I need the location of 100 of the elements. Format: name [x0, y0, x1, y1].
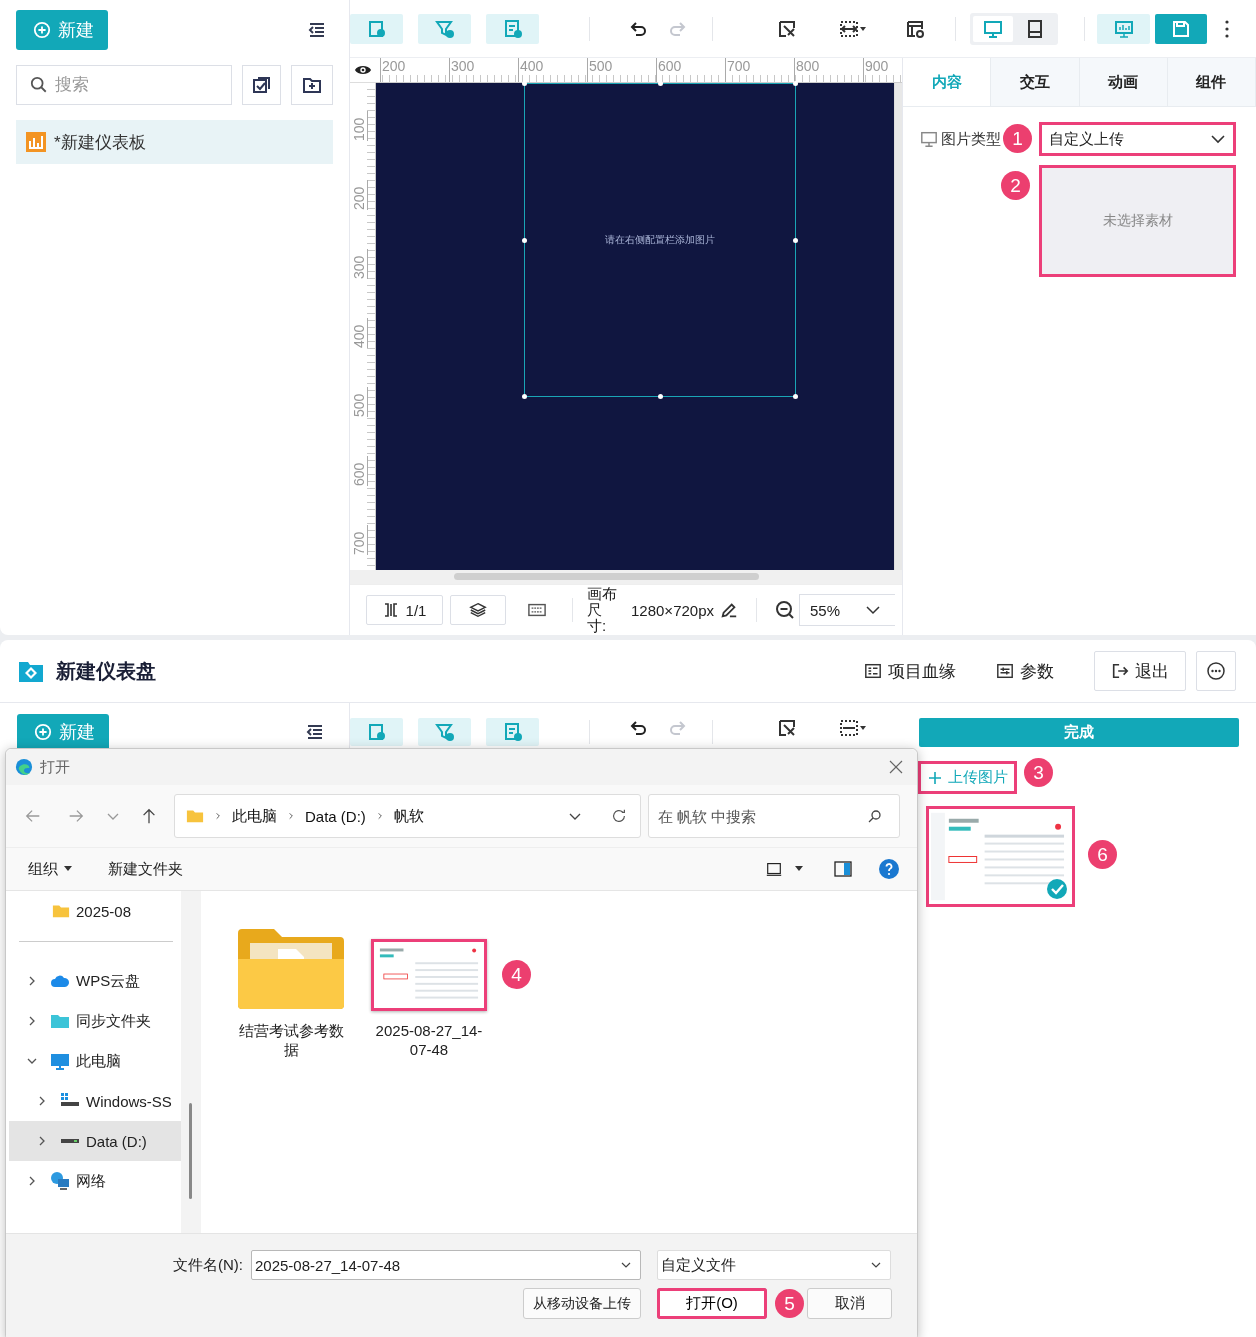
checkbox-icon — [251, 75, 272, 95]
save-button[interactable] — [1155, 13, 1207, 44]
edit-icon[interactable] — [720, 601, 738, 619]
selection-box[interactable]: 请在右侧配置栏添加图片 — [523, 83, 796, 397]
layers-icon — [469, 601, 487, 619]
lineage-button[interactable]: 项目血缘 — [864, 651, 956, 691]
file-type-select[interactable]: 自定义文件 — [657, 1250, 891, 1280]
dashboard-item[interactable]: *新建仪表板 — [16, 120, 333, 164]
undo-icon[interactable] — [628, 718, 648, 738]
file-name-field[interactable]: 2025-08-27_14-07-48 — [251, 1250, 641, 1280]
canvas-artboard[interactable]: 请在右侧配置栏添加图片 — [375, 83, 894, 570]
exit-icon — [1111, 662, 1129, 680]
lineage-icon — [864, 662, 882, 680]
search-icon — [868, 809, 882, 823]
step-badge: 3 — [1024, 758, 1053, 787]
ruler-label: 400 — [351, 318, 368, 348]
preview-button[interactable] — [1097, 13, 1150, 44]
computer-icon — [50, 1051, 70, 1071]
view-icon[interactable] — [765, 860, 783, 878]
search-field[interactable]: 搜索 — [16, 65, 232, 105]
zoom-out-icon[interactable] — [775, 600, 795, 620]
breadcrumb-item[interactable]: Data (D:) — [305, 807, 366, 825]
organize-menu[interactable]: 组织 — [28, 859, 72, 879]
file-name[interactable]: 结营考试参考数据 — [235, 1021, 347, 1059]
tree-item[interactable]: 网络 — [9, 1161, 181, 1201]
more-button[interactable] — [1196, 651, 1236, 691]
caret-icon[interactable] — [795, 865, 803, 873]
filter-plus-icon — [434, 18, 455, 39]
caret-icon — [64, 865, 72, 873]
batch-select-button[interactable] — [241, 65, 282, 105]
panel-tab[interactable]: 动画 — [1079, 58, 1168, 106]
vertical-scrollbar[interactable] — [894, 83, 902, 570]
exit-button[interactable]: 退出 — [1094, 651, 1186, 691]
preview-pane-icon[interactable] — [833, 859, 853, 879]
ruler-label: 300 — [351, 249, 368, 279]
distribute-icon[interactable] — [839, 18, 867, 39]
tree-item[interactable]: WPS云盘 — [9, 961, 181, 1001]
ruler-label: 700 — [351, 525, 368, 555]
step-badge: 1 — [1003, 124, 1032, 153]
tree-item[interactable]: 此电脑 — [9, 1041, 181, 1081]
panel-tab[interactable]: 组件 — [1167, 58, 1256, 106]
tree-item[interactable]: Windows-SS — [9, 1081, 181, 1121]
layout-icon[interactable] — [905, 18, 925, 39]
add-report-button[interactable] — [486, 13, 539, 44]
keyboard-icon[interactable] — [528, 601, 546, 619]
chevron-right-icon — [214, 812, 222, 820]
monitor-chart-icon — [1113, 18, 1134, 39]
horizontal-scrollbar[interactable] — [454, 573, 759, 580]
plus-circle-icon — [34, 723, 52, 741]
report-plus-icon — [502, 18, 523, 39]
file-name[interactable]: 2025-08-27_14-07-48 — [373, 1021, 485, 1059]
ruler-label: 600 — [351, 456, 368, 486]
quick-access-item[interactable]: 2025-08 — [9, 901, 181, 921]
chevron-right-icon — [287, 812, 295, 820]
ruler-label: 700 — [725, 58, 794, 82]
add-filter-button[interactable] — [418, 13, 471, 44]
component-plus-icon — [366, 722, 387, 742]
help-icon[interactable] — [879, 859, 899, 879]
close-icon[interactable] — [889, 760, 903, 774]
address-bar[interactable]: 此电脑 Data (D:) 帆软 — [174, 794, 641, 838]
chart-icon — [26, 132, 46, 152]
distribute-icon[interactable] — [839, 718, 867, 738]
plus-circle-icon — [33, 21, 51, 39]
open-button[interactable]: 打开(O) — [657, 1288, 767, 1319]
plus-icon — [928, 770, 942, 785]
collapse-icon[interactable] — [305, 722, 325, 742]
refresh-icon[interactable] — [610, 807, 628, 825]
field-label: 图片类型 — [941, 129, 1001, 149]
canvas-size-value: 1280×720px — [631, 601, 714, 619]
new-folder-button[interactable] — [291, 65, 333, 105]
image-type-select[interactable]: 自定义上传 — [1039, 122, 1236, 156]
breadcrumb-item[interactable]: 此电脑 — [232, 806, 277, 826]
add-report-button[interactable] — [486, 718, 539, 746]
monitor-icon — [983, 18, 1003, 39]
tree-item[interactable]: Data (D:) — [9, 1121, 181, 1161]
scrollbar-thumb[interactable] — [189, 1103, 192, 1199]
search-icon — [30, 76, 48, 94]
filter-plus-icon — [434, 722, 455, 742]
folder-search-field[interactable]: 在 帆软 中搜索 — [648, 794, 900, 838]
parameters-button[interactable]: 参数 — [996, 651, 1054, 691]
more-icon[interactable] — [1225, 18, 1229, 39]
page-button[interactable]: 1/1 — [366, 595, 443, 625]
more-icon — [1206, 661, 1226, 681]
drive-icon — [61, 1139, 79, 1143]
add-component-button[interactable] — [350, 13, 403, 44]
ruler-label: 200 — [351, 180, 368, 210]
collapse-icon[interactable] — [307, 20, 327, 40]
tree-item[interactable]: 同步文件夹 — [9, 1001, 181, 1041]
up-icon[interactable] — [140, 807, 158, 825]
zoom-select[interactable]: 55% — [799, 594, 895, 626]
breadcrumb-item[interactable]: 帆软 — [393, 806, 424, 826]
cancel-button[interactable]: 取消 — [807, 1288, 892, 1319]
panel-tab[interactable]: 交互 — [991, 58, 1080, 106]
browser-logo-icon — [15, 758, 33, 776]
new-folder-button[interactable]: 新建文件夹 — [108, 859, 183, 879]
canvas-hint: 请在右侧配置栏添加图片 — [604, 233, 715, 247]
ruler-label: 500 — [351, 387, 368, 417]
save-icon — [1171, 18, 1191, 39]
layers-button[interactable] — [450, 595, 506, 625]
mobile-upload-button[interactable]: 从移动设备上传 — [523, 1288, 641, 1319]
